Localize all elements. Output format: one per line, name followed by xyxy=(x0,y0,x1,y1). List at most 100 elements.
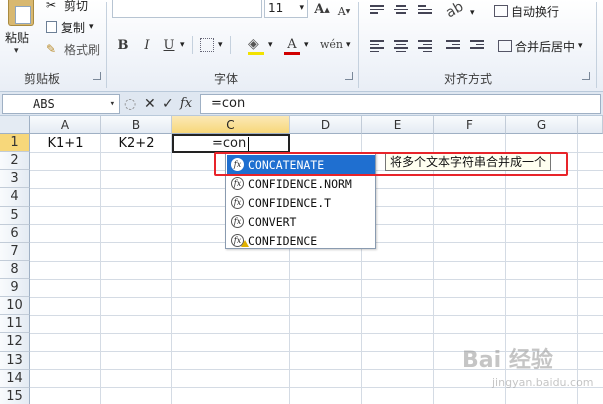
merge-cells-icon xyxy=(498,40,512,52)
format-painter-button[interactable]: ✎ 格式刷 xyxy=(46,40,100,58)
align-center-icon[interactable] xyxy=(394,40,408,52)
cell-c1-text: =con xyxy=(212,136,247,151)
wrap-text-button[interactable]: 自动换行 xyxy=(494,0,559,22)
insert-function-icon[interactable]: fx xyxy=(180,95,192,113)
align-bottom-icon[interactable] xyxy=(418,5,432,17)
row-header-10[interactable]: 10 xyxy=(0,297,30,316)
font-group-label: 字体 xyxy=(214,72,239,86)
grid-line xyxy=(30,279,603,280)
font-color-swatch xyxy=(284,52,300,55)
cell-a1[interactable]: K1+1 xyxy=(30,135,101,152)
grid-line xyxy=(30,333,603,334)
name-box[interactable]: ABS ▾ xyxy=(2,94,120,114)
clipboard-launcher-icon[interactable] xyxy=(93,72,101,80)
divider xyxy=(230,36,231,54)
row-header-13[interactable]: 13 xyxy=(0,351,30,370)
align-right-icon[interactable] xyxy=(418,40,432,52)
phonetic-icon[interactable]: wén xyxy=(320,38,343,51)
italic-button[interactable]: I xyxy=(138,36,156,54)
font-size-field[interactable]: 11 ▾ xyxy=(264,0,308,18)
orientation-icon[interactable]: ab xyxy=(443,0,466,21)
column-header-g[interactable]: G xyxy=(506,116,578,134)
row-header-3[interactable]: 3 xyxy=(0,170,30,189)
align-top-icon[interactable] xyxy=(370,5,384,17)
bold-button[interactable]: B xyxy=(114,36,132,54)
font-color-button[interactable]: A xyxy=(284,35,300,53)
cancel-icon[interactable]: ✕ xyxy=(144,95,156,113)
chevron-down-icon: ▾ xyxy=(299,3,304,13)
watermark: Bai 经验 jingyan.baidu.com xyxy=(462,342,602,402)
watermark-url: jingyan.baidu.com xyxy=(492,376,594,389)
grip-icon: ◌ xyxy=(124,96,137,112)
group-divider xyxy=(596,2,597,88)
ribbon: 粘贴 ▾ ✂ 剪切 复制 ▾ ✎ 格式刷 剪贴板 11 ▾ A ▲ A ▼ B I … xyxy=(0,0,603,92)
function-icon: fx xyxy=(231,196,244,209)
merge-center-label: 合并后居中 xyxy=(515,39,576,54)
function-name: CONVERT xyxy=(248,214,297,229)
paste-icon xyxy=(8,0,34,26)
chevron-down-icon: ▾ xyxy=(304,40,309,50)
row-header-5[interactable]: 5 xyxy=(0,206,30,225)
merge-center-button[interactable]: 合并后居中 ▾ xyxy=(498,36,583,56)
autocomplete-item[interactable]: fx CONFIDENCE xyxy=(227,231,375,250)
column-header-f[interactable]: F xyxy=(434,116,506,134)
row-header-9[interactable]: 9 xyxy=(0,279,30,298)
autocomplete-item[interactable]: fx CONVERT xyxy=(227,212,375,231)
grow-font-button[interactable]: A ▲ xyxy=(314,0,330,18)
row-header-1[interactable]: 1 xyxy=(0,134,30,153)
fill-color-icon[interactable]: ◈ xyxy=(248,36,259,52)
chevron-down-icon: ▾ xyxy=(346,40,351,50)
chevron-down-icon: ▾ xyxy=(180,40,185,50)
group-divider xyxy=(106,2,107,88)
grid-line xyxy=(30,315,603,316)
red-highlight-box xyxy=(214,152,568,176)
cell-b1[interactable]: K2+2 xyxy=(101,135,172,152)
row-header-2[interactable]: 2 xyxy=(0,152,30,171)
column-header-partial[interactable] xyxy=(578,116,603,134)
row-header-14[interactable]: 14 xyxy=(0,369,30,388)
row-header-11[interactable]: 11 xyxy=(0,315,30,334)
chevron-down-icon: ▾ xyxy=(89,22,94,32)
underline-button[interactable]: U xyxy=(160,36,178,54)
copy-icon xyxy=(46,21,57,33)
active-cell-c1[interactable]: =con xyxy=(172,134,290,153)
warning-icon xyxy=(241,240,249,247)
align-middle-icon[interactable] xyxy=(394,5,408,17)
decrease-indent-icon[interactable] xyxy=(446,40,460,52)
formula-input[interactable]: =con xyxy=(200,94,601,114)
select-all-button[interactable] xyxy=(0,116,30,134)
row-header-7[interactable]: 7 xyxy=(0,242,30,261)
font-name-field[interactable] xyxy=(112,0,262,18)
column-header-b[interactable]: B xyxy=(101,116,172,134)
font-launcher-icon[interactable] xyxy=(345,72,353,80)
worksheet-grid[interactable]: A B C D E F G 1 2 3 4 5 6 7 8 9 10 11 12… xyxy=(0,116,603,404)
formula-bar: ABS ▾ ◌ ✕ ✓ fx =con xyxy=(0,92,603,116)
row-header-8[interactable]: 8 xyxy=(0,260,30,280)
cut-button[interactable]: ✂ 剪切 xyxy=(46,0,88,14)
row-header-15[interactable]: 15 xyxy=(0,387,30,404)
copy-button[interactable]: 复制 ▾ xyxy=(46,18,94,36)
group-divider xyxy=(358,2,359,88)
alignment-launcher-icon[interactable] xyxy=(582,72,590,80)
row-header-6[interactable]: 6 xyxy=(0,224,30,243)
border-button[interactable] xyxy=(200,38,214,52)
column-header-a[interactable]: A xyxy=(30,116,101,134)
autocomplete-item[interactable]: fx CONFIDENCE.T xyxy=(227,193,375,212)
column-header-c[interactable]: C xyxy=(172,116,290,134)
cut-label: 剪切 xyxy=(64,0,89,13)
autocomplete-item[interactable]: fx CONFIDENCE.NORM xyxy=(227,174,375,193)
row-header-12[interactable]: 12 xyxy=(0,333,30,352)
align-left-icon[interactable] xyxy=(370,40,384,52)
column-header-e[interactable]: E xyxy=(362,116,434,134)
brush-icon: ✎ xyxy=(46,42,57,56)
fill-color-swatch xyxy=(248,52,264,55)
row-header-4[interactable]: 4 xyxy=(0,188,30,207)
enter-icon[interactable]: ✓ xyxy=(162,95,174,113)
column-header-d[interactable]: D xyxy=(290,116,362,134)
clipboard-group-label: 剪贴板 xyxy=(24,72,61,86)
grid-line xyxy=(30,297,603,298)
shrink-font-button[interactable]: A ▼ xyxy=(336,2,352,20)
alignment-group-label: 对齐方式 xyxy=(444,72,493,86)
increase-indent-icon[interactable] xyxy=(470,40,484,52)
chevron-down-icon: ▾ xyxy=(109,99,115,109)
